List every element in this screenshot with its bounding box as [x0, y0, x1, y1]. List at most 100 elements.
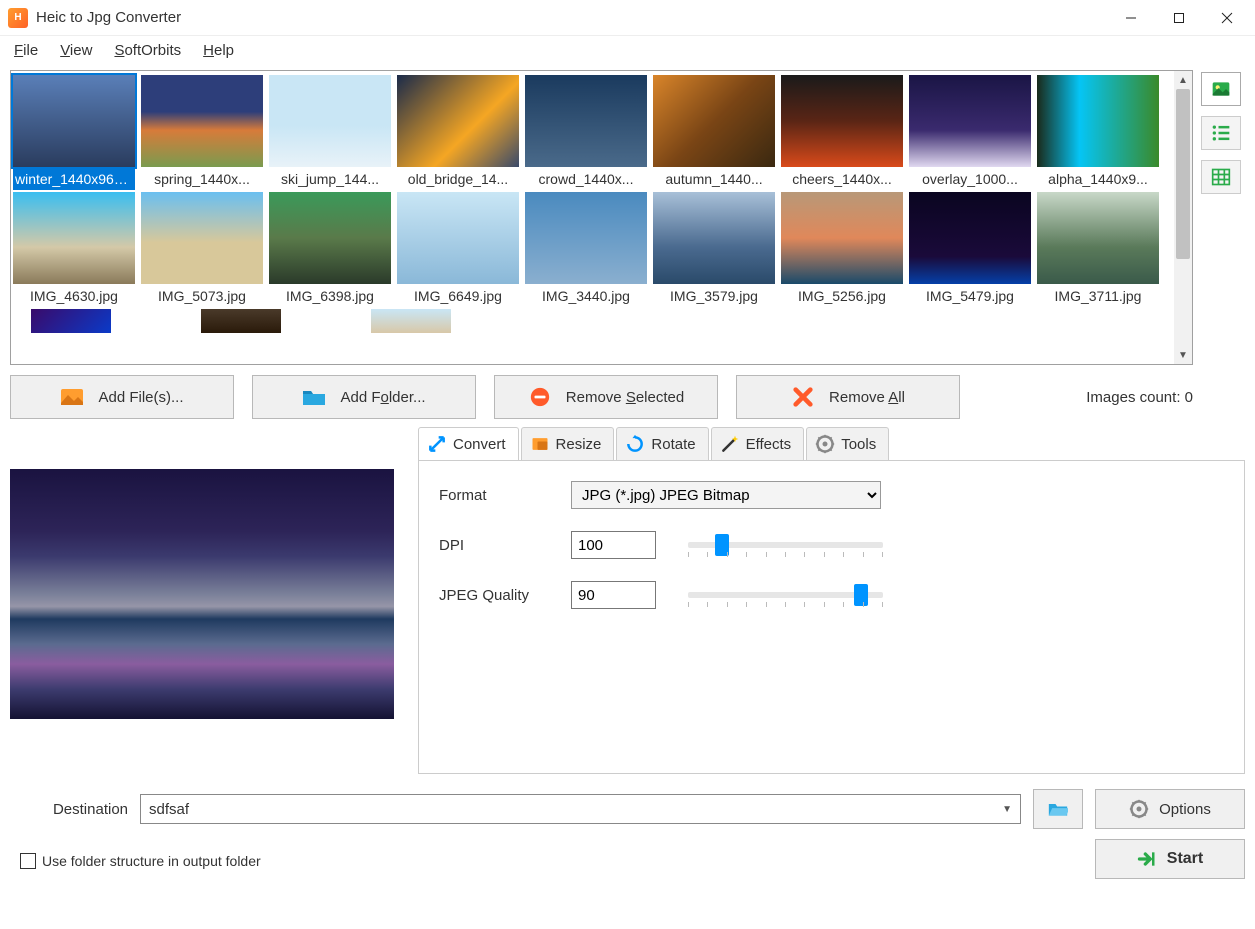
- thumbnail-item[interactable]: winter_1440x960.heic: [13, 75, 135, 190]
- quality-input[interactable]: [571, 581, 656, 609]
- thumbnail-filename: IMG_6649.jpg: [397, 286, 519, 307]
- thumbnail-image: [141, 75, 263, 167]
- menu-softorbits[interactable]: SoftOrbits: [110, 40, 185, 61]
- thumbnail-filename: crowd_1440x...: [525, 169, 647, 190]
- tab-effects-label: Effects: [746, 436, 792, 453]
- menu-help[interactable]: Help: [199, 40, 238, 61]
- thumbnail-image: [13, 75, 135, 167]
- scroll-down-arrow[interactable]: ▼: [1174, 346, 1192, 364]
- view-details-button[interactable]: [1201, 160, 1241, 194]
- tab-rotate[interactable]: Rotate: [616, 427, 708, 460]
- scroll-thumb[interactable]: [1176, 89, 1190, 259]
- thumbnail-item[interactable]: IMG_5256.jpg: [781, 192, 903, 307]
- thumbnail-filename: overlay_1000...: [909, 169, 1031, 190]
- thumbnail-image: [13, 192, 135, 284]
- thumbnail-image: [269, 192, 391, 284]
- thumbnail-item[interactable]: cheers_1440x...: [781, 75, 903, 190]
- start-button[interactable]: Start: [1095, 839, 1245, 879]
- settings-pane: Convert Resize Rotate Effects Tools Form…: [418, 427, 1245, 779]
- vertical-scrollbar[interactable]: ▲ ▼: [1174, 71, 1192, 364]
- remove-selected-button[interactable]: Remove Selected: [494, 375, 718, 419]
- thumbnail-filename: winter_1440x960.heic: [13, 169, 135, 190]
- thumbnail-filename: alpha_1440x9...: [1037, 169, 1159, 190]
- thumbnail-item[interactable]: IMG_6398.jpg: [269, 192, 391, 307]
- thumbnail-filename: IMG_5256.jpg: [781, 286, 903, 307]
- close-button[interactable]: [1203, 0, 1251, 36]
- thumbnail-item[interactable]: IMG_3579.jpg: [653, 192, 775, 307]
- view-thumbnails-button[interactable]: [1201, 72, 1241, 106]
- tab-resize-label: Resize: [556, 436, 602, 453]
- browse-destination-button[interactable]: [1033, 789, 1083, 829]
- thumbnail-filename: IMG_4630.jpg: [13, 286, 135, 307]
- dpi-slider[interactable]: [688, 542, 883, 548]
- thumbnail-filename: IMG_3711.jpg: [1037, 286, 1159, 307]
- options-button[interactable]: Options: [1095, 789, 1245, 829]
- thumbnail-item[interactable]: crowd_1440x...: [525, 75, 647, 190]
- thumbnail-item[interactable]: [31, 309, 153, 335]
- thumbnail-item[interactable]: old_bridge_14...: [397, 75, 519, 190]
- action-toolbar: Add File(s)... Add Folder... Remove Sele…: [10, 375, 1245, 419]
- thumbnail-item[interactable]: alpha_1440x9...: [1037, 75, 1159, 190]
- chevron-down-icon: ▼: [1002, 804, 1012, 815]
- tab-resize[interactable]: Resize: [521, 427, 615, 460]
- thumbnail-image: [781, 75, 903, 167]
- window-title: Heic to Jpg Converter: [36, 9, 181, 26]
- tab-tools[interactable]: Tools: [806, 427, 889, 460]
- dpi-input[interactable]: [571, 531, 656, 559]
- view-list-button[interactable]: [1201, 116, 1241, 150]
- minimize-button[interactable]: [1107, 0, 1155, 36]
- thumbnail-image: [653, 75, 775, 167]
- thumbnail-filename: IMG_3579.jpg: [653, 286, 775, 307]
- images-count-label: Images count: 0: [1086, 389, 1193, 406]
- thumbnail-filename: spring_1440x...: [141, 169, 263, 190]
- use-folder-structure-checkbox[interactable]: [20, 853, 36, 869]
- scroll-up-arrow[interactable]: ▲: [1174, 71, 1192, 89]
- destination-label: Destination: [38, 801, 128, 818]
- remove-all-label: Remove All: [829, 389, 905, 406]
- format-select[interactable]: JPG (*.jpg) JPEG Bitmap: [571, 481, 881, 509]
- start-label: Start: [1167, 850, 1203, 868]
- menu-bar: File View SoftOrbits Help: [0, 36, 1255, 64]
- use-folder-structure-label: Use folder structure in output folder: [42, 853, 261, 869]
- thumbnail-item[interactable]: IMG_5479.jpg: [909, 192, 1031, 307]
- quality-slider[interactable]: [688, 592, 883, 598]
- title-bar: H Heic to Jpg Converter: [0, 0, 1255, 36]
- thumbnail-filename: IMG_3440.jpg: [525, 286, 647, 307]
- thumbnail-grid[interactable]: winter_1440x960.heic spring_1440x... ski_j…: [10, 70, 1193, 365]
- thumbnail-item[interactable]: [201, 309, 323, 335]
- thumbnail-item[interactable]: IMG_4630.jpg: [13, 192, 135, 307]
- thumbnail-filename: cheers_1440x...: [781, 169, 903, 190]
- tab-rotate-label: Rotate: [651, 436, 695, 453]
- thumbnail-item[interactable]: ski_jump_144...: [269, 75, 391, 190]
- remove-all-button[interactable]: Remove All: [736, 375, 960, 419]
- tab-effects[interactable]: Effects: [711, 427, 805, 460]
- menu-view[interactable]: View: [56, 40, 96, 61]
- maximize-button[interactable]: [1155, 0, 1203, 36]
- thumbnail-item[interactable]: IMG_3711.jpg: [1037, 192, 1159, 307]
- thumbnail-item[interactable]: spring_1440x...: [141, 75, 263, 190]
- thumbnail-image: [525, 75, 647, 167]
- convert-tab-body: Format JPG (*.jpg) JPEG Bitmap DPI JPEG …: [418, 460, 1245, 774]
- app-icon: H: [8, 8, 28, 28]
- add-folder-label: Add Folder...: [340, 389, 425, 406]
- destination-value: sdfsaf: [149, 801, 1002, 818]
- thumbnail-item[interactable]: IMG_6649.jpg: [397, 192, 519, 307]
- add-files-button[interactable]: Add File(s)...: [10, 375, 234, 419]
- thumbnail-item[interactable]: overlay_1000...: [909, 75, 1031, 190]
- add-folder-button[interactable]: Add Folder...: [252, 375, 476, 419]
- thumbnail-filename: IMG_5073.jpg: [141, 286, 263, 307]
- options-label: Options: [1159, 801, 1211, 818]
- thumbnail-filename: old_bridge_14...: [397, 169, 519, 190]
- thumbnail-item[interactable]: [371, 309, 493, 335]
- thumbnail-filename: IMG_5479.jpg: [909, 286, 1031, 307]
- menu-file[interactable]: File: [10, 40, 42, 61]
- thumbnail-item[interactable]: autumn_1440...: [653, 75, 775, 190]
- destination-combo[interactable]: sdfsaf ▼: [140, 794, 1021, 824]
- thumbnail-image: [653, 192, 775, 284]
- thumbnail-image: [909, 75, 1031, 167]
- thumbnail-item[interactable]: IMG_5073.jpg: [141, 192, 263, 307]
- format-label: Format: [439, 487, 571, 504]
- tab-convert[interactable]: Convert: [418, 427, 519, 460]
- thumbnail-item[interactable]: IMG_3440.jpg: [525, 192, 647, 307]
- thumbnail-image: [141, 192, 263, 284]
